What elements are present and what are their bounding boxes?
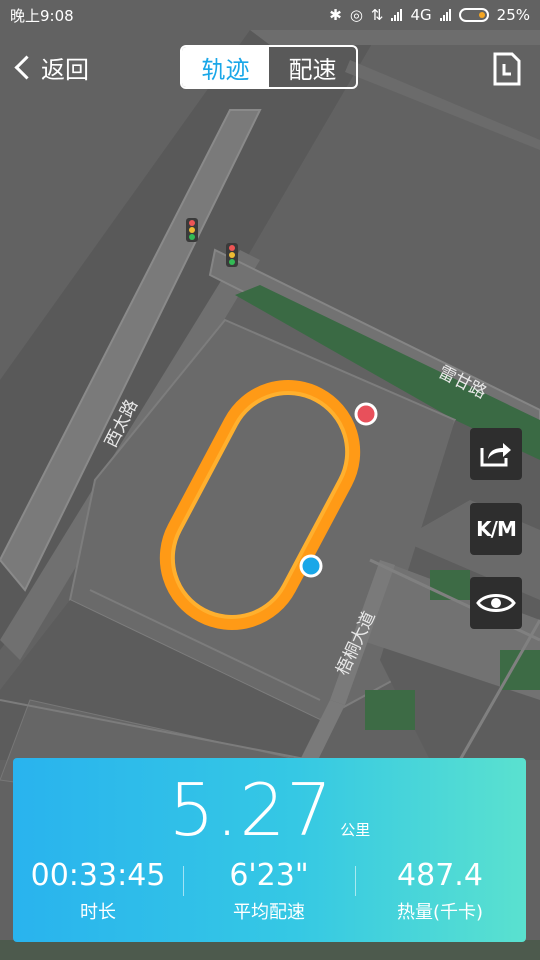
visibility-button[interactable] [470,577,522,629]
pace-stat: 6'23" 平均配速 [184,858,354,924]
distance-row: 5.27 公里 [13,768,526,852]
calories-stat: 487.4 热量(千卡) [355,858,525,924]
header: 返回 轨迹 配速 [0,30,540,108]
calories-value: 487.4 [397,858,483,893]
status-time: 晚上9:08 [10,6,74,25]
stats-card: 5.27 公里 00:33:45 时长 6'23" 平均配速 487.4 热量(… [13,758,526,942]
back-button[interactable]: 返回 [10,50,89,85]
distance-unit: 公里 [340,821,371,839]
data-arrows-icon: ⇅ [370,6,384,24]
battery-icon [458,8,489,22]
duration-label: 时长 [80,902,116,923]
distance-value: 5.27 [168,768,334,852]
app-root: 西太路 雷甘路 梧桐大道 晚上9:08 ✱ ◎ ⇅ 4G 25% 返回 轨迹 配… [0,0,540,960]
pace-value: 6'23" [229,858,309,893]
km-label: K/M [476,517,517,541]
share-icon [480,443,511,467]
back-label: 返回 [41,56,89,84]
pace-label: 平均配速 [233,902,305,923]
status-bar: 晚上9:08 ✱ ◎ ⇅ 4G 25% [0,0,540,30]
end-marker [354,402,378,426]
duration-stat: 00:33:45 时长 [13,858,183,924]
document-icon[interactable] [492,52,522,86]
calories-label: 热量(千卡) [396,902,484,923]
tab-pace[interactable]: 配速 [269,47,356,87]
start-marker [299,554,323,578]
battery-percent: 25% [496,6,530,24]
alarm-icon: ◎ [349,6,363,24]
chevron-left-icon [14,55,39,80]
bluetooth-icon: ✱ [329,6,342,24]
km-toggle-button[interactable]: K/M [470,503,522,555]
signal-icon [391,9,403,21]
share-button[interactable] [470,428,522,480]
signal-icon [439,9,451,21]
view-tabs: 轨迹 配速 [180,45,358,89]
network-type: 4G [410,6,432,24]
duration-value: 00:33:45 [30,858,166,893]
eye-icon [476,594,516,612]
tab-track[interactable]: 轨迹 [182,47,269,87]
